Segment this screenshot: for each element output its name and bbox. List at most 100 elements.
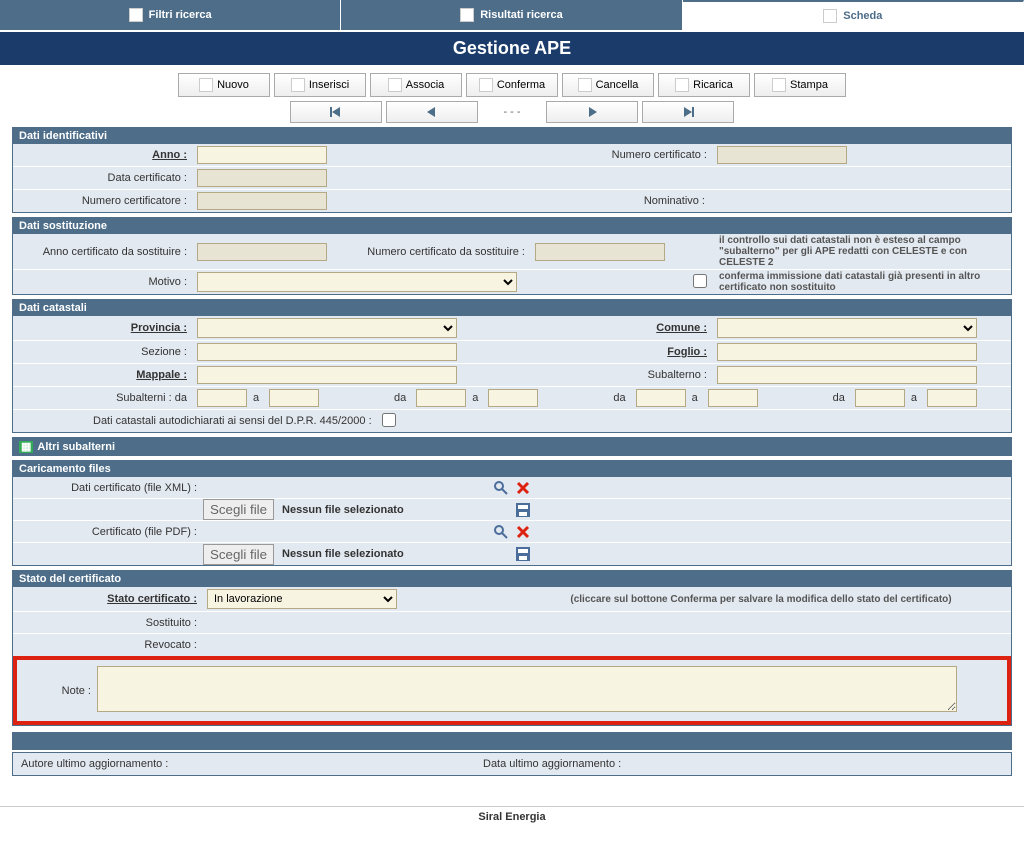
note-textarea[interactable] bbox=[97, 666, 957, 712]
label-da: da bbox=[392, 390, 412, 406]
insert-button[interactable]: Inserisci bbox=[274, 73, 366, 97]
nav-first-button[interactable] bbox=[290, 101, 382, 123]
document-icon bbox=[772, 78, 786, 92]
next-icon bbox=[587, 107, 597, 117]
choose-file-button[interactable]: Scegli file bbox=[203, 544, 274, 565]
label-numcert: Numero certificato : bbox=[493, 147, 713, 163]
confirm-button[interactable]: Conferma bbox=[466, 73, 558, 97]
last-icon bbox=[682, 107, 694, 117]
print-button[interactable]: Stampa bbox=[754, 73, 846, 97]
label-nums: Numero certificato da sostituire : bbox=[331, 244, 531, 260]
nav-next-button[interactable] bbox=[546, 101, 638, 123]
nav-last-button[interactable] bbox=[642, 101, 734, 123]
label-dataagg: Data ultimo aggiornamento : bbox=[481, 756, 761, 772]
nums-input bbox=[535, 243, 665, 261]
save-icon[interactable] bbox=[515, 546, 531, 562]
foglio-input[interactable] bbox=[717, 343, 977, 361]
search-icon[interactable] bbox=[493, 480, 509, 496]
label-sez: Sezione : bbox=[13, 344, 193, 360]
label-numcertr: Numero certificatore : bbox=[13, 193, 193, 209]
label-prov: Provincia : bbox=[13, 320, 193, 336]
document-icon bbox=[823, 9, 837, 23]
label-a: a bbox=[251, 390, 265, 406]
label-anno: Anno : bbox=[13, 147, 193, 163]
section-header: Caricamento files bbox=[13, 461, 1011, 477]
sezione-input[interactable] bbox=[197, 343, 457, 361]
delete-icon[interactable] bbox=[515, 524, 531, 540]
tab-label: Filtri ricerca bbox=[149, 9, 212, 21]
anno-input[interactable] bbox=[197, 146, 327, 164]
mappale-input[interactable] bbox=[197, 366, 457, 384]
search-icon[interactable] bbox=[493, 524, 509, 540]
sub-da-4[interactable] bbox=[855, 389, 905, 407]
provincia-select[interactable] bbox=[197, 318, 457, 338]
sub-da-1[interactable] bbox=[197, 389, 247, 407]
first-icon bbox=[330, 107, 342, 117]
document-icon bbox=[129, 8, 143, 22]
datacert-input bbox=[197, 169, 327, 187]
label-sost: Sostituito : bbox=[13, 615, 203, 631]
comune-select[interactable] bbox=[717, 318, 977, 338]
document-icon bbox=[578, 78, 592, 92]
document-icon bbox=[460, 8, 474, 22]
tab-scheda[interactable]: Scheda bbox=[683, 0, 1024, 30]
label-datacert: Data certificato : bbox=[13, 170, 193, 186]
hint-text: conferma immissione dati catastali già p… bbox=[711, 271, 1011, 293]
section-header[interactable]: ▦Altri subalterni bbox=[13, 438, 1011, 455]
label-note: Note : bbox=[27, 683, 97, 699]
label-da: da bbox=[831, 390, 851, 406]
nav-counter: - - - bbox=[482, 101, 542, 123]
section-header: Dati sostituzione bbox=[13, 218, 1011, 234]
choose-file-button[interactable]: Scegli file bbox=[203, 499, 274, 520]
sub-a-3[interactable] bbox=[708, 389, 758, 407]
tab-label: Scheda bbox=[843, 10, 882, 22]
sub-da-2[interactable] bbox=[416, 389, 466, 407]
sub-a-1[interactable] bbox=[269, 389, 319, 407]
annos-input bbox=[197, 243, 327, 261]
label-auto: Dati catastali autodichiarati ai sensi d… bbox=[13, 413, 378, 429]
tab-risultati[interactable]: Risultati ricerca bbox=[341, 0, 682, 30]
label-xml: Dati certificato (file XML) : bbox=[13, 480, 203, 496]
label-mapp: Mappale : bbox=[13, 367, 193, 383]
sub-a-4[interactable] bbox=[927, 389, 977, 407]
tab-label: Risultati ricerca bbox=[480, 9, 563, 21]
document-icon bbox=[675, 78, 689, 92]
label-foglio: Foglio : bbox=[593, 344, 713, 360]
document-icon bbox=[388, 78, 402, 92]
sub-a-2[interactable] bbox=[488, 389, 538, 407]
nav-prev-button[interactable] bbox=[386, 101, 478, 123]
section-header: Stato del certificato bbox=[13, 571, 1011, 587]
label-pdf: Certificato (file PDF) : bbox=[13, 524, 203, 540]
expand-icon: ▦ bbox=[19, 441, 33, 453]
reload-button[interactable]: Ricarica bbox=[658, 73, 750, 97]
save-icon[interactable] bbox=[515, 502, 531, 518]
stato-select[interactable]: In lavorazione bbox=[207, 589, 397, 609]
delete-button[interactable]: Cancella bbox=[562, 73, 654, 97]
tab-filtri[interactable]: Filtri ricerca bbox=[0, 0, 341, 30]
delete-icon[interactable] bbox=[515, 480, 531, 496]
document-icon bbox=[479, 78, 493, 92]
auto-checkbox[interactable] bbox=[382, 413, 396, 427]
label-stato: Stato certificato : bbox=[13, 591, 203, 607]
document-icon bbox=[199, 78, 213, 92]
label-autore: Autore ultimo aggiornamento : bbox=[13, 756, 293, 772]
motivo-select[interactable] bbox=[197, 272, 517, 292]
label-comune: Comune : bbox=[593, 320, 713, 336]
page-title: Gestione APE bbox=[0, 32, 1024, 65]
file-status: Nessun file selezionato bbox=[274, 546, 410, 562]
confirm-checkbox[interactable] bbox=[693, 274, 707, 288]
new-button[interactable]: Nuovo bbox=[178, 73, 270, 97]
sub-da-3[interactable] bbox=[636, 389, 686, 407]
section-header: Dati catastali bbox=[13, 300, 1011, 316]
prev-icon bbox=[427, 107, 437, 117]
hint-text: il controllo sui dati catastali non è es… bbox=[711, 235, 1011, 268]
subalterno-input[interactable] bbox=[717, 366, 977, 384]
label-a: a bbox=[470, 390, 484, 406]
assoc-button[interactable]: Associa bbox=[370, 73, 462, 97]
label-a: a bbox=[909, 390, 923, 406]
label-nomin: Nominativo : bbox=[491, 193, 711, 209]
label-revo: Revocato : bbox=[13, 637, 203, 653]
label-annos: Anno certificato da sostituire : bbox=[13, 244, 193, 260]
document-icon bbox=[291, 78, 305, 92]
section-header: Dati identificativi bbox=[13, 128, 1011, 144]
